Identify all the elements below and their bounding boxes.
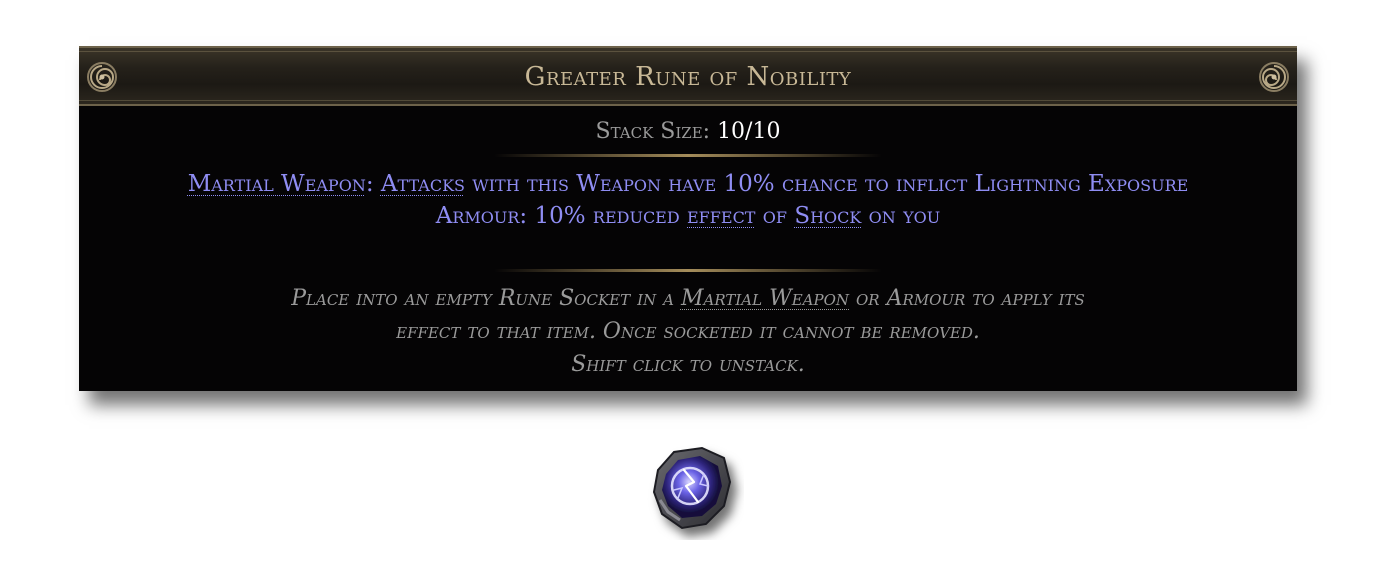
separator <box>494 154 882 157</box>
keyword-martial-weapon[interactable]: Martial Weapon <box>681 286 849 311</box>
item-title: Greater Rune of Nobility <box>524 62 852 92</box>
stack-size-value: 10/10 <box>717 119 781 144</box>
mod-martial-weapon: Martial Weapon: Attacks with this Weapon… <box>99 168 1277 200</box>
tooltip-header: Greater Rune of Nobility <box>79 46 1297 106</box>
item-mods: Martial Weapon: Attacks with this Weapon… <box>99 168 1277 232</box>
separator <box>494 269 882 272</box>
flavor-text-part: Place into an empty Rune Socket in a <box>291 286 681 311</box>
mod-text: with this Weapon have 10% chance to infl… <box>464 171 1189 197</box>
spiral-ornament-icon <box>1259 62 1289 92</box>
flavor-text: Place into an empty Rune Socket in a Mar… <box>109 282 1267 381</box>
keyword-martial-weapon[interactable]: Martial Weapon <box>188 171 366 197</box>
stack-size: Stack Size: 10/10 <box>79 118 1297 146</box>
mod-text: : <box>365 171 381 197</box>
mod-text: on you <box>861 203 941 229</box>
keyword-effect[interactable]: effect <box>687 203 755 229</box>
stack-size-label: Stack Size: <box>595 119 711 144</box>
unstack-hint: Shift click to unstack. <box>571 352 805 377</box>
mod-text: of <box>755 203 795 229</box>
keyword-shock[interactable]: Shock <box>794 203 861 229</box>
item-tooltip: Greater Rune of Nobility Stack Size: 10/… <box>79 46 1297 391</box>
flavor-line: effect to that item. Once socketed it ca… <box>396 319 980 344</box>
mod-armour: Armour: 10% reduced effect of Shock on y… <box>99 200 1277 232</box>
flavor-text-part: or Armour to apply its <box>849 286 1085 311</box>
lightning-rune-icon[interactable] <box>644 440 744 540</box>
keyword-attacks[interactable]: Attacks <box>381 171 465 197</box>
flavor-line: Place into an empty Rune Socket in a Mar… <box>109 282 1267 315</box>
mod-text: Armour: 10% reduced <box>435 203 687 229</box>
